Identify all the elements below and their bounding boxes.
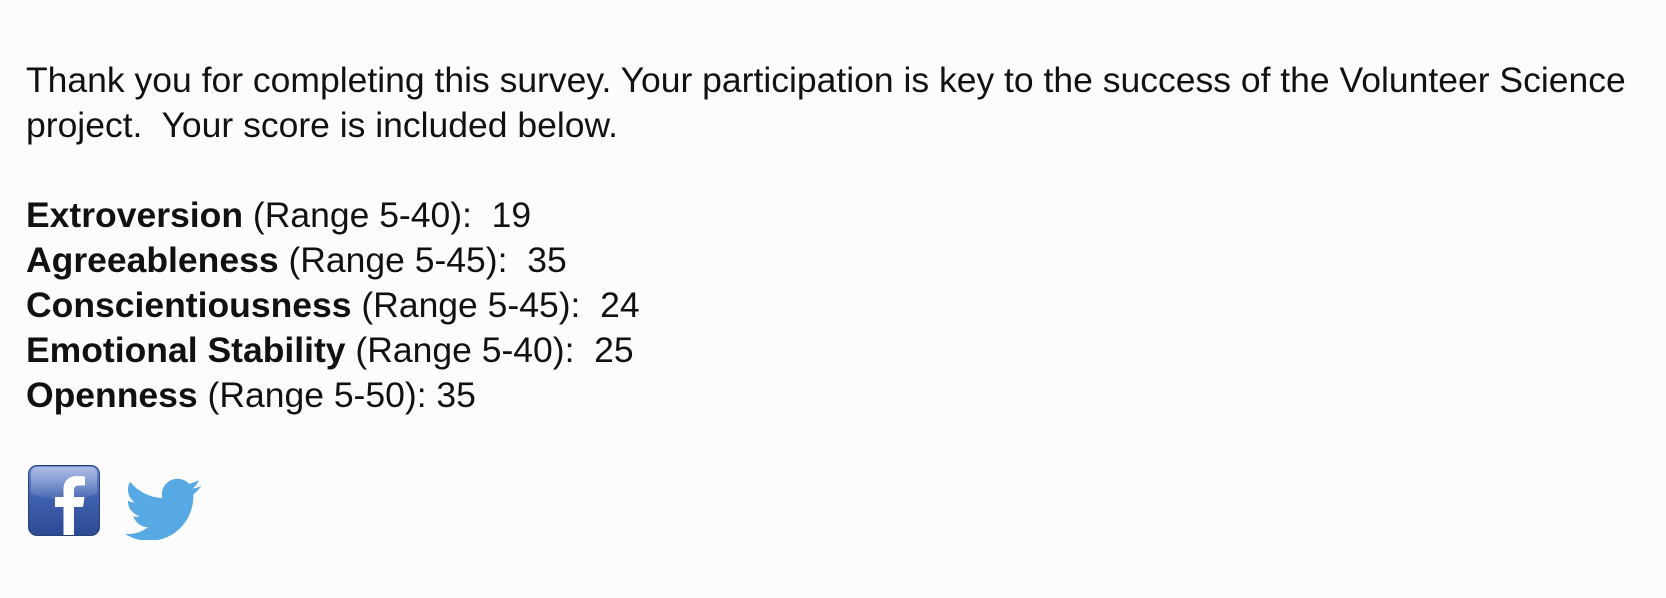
trait-name: Extroversion: [26, 195, 244, 235]
score-list: Extroversion (Range 5-40): 19 Agreeablen…: [26, 193, 1646, 418]
trait-name: Agreeableness: [26, 240, 279, 280]
trait-range: (Range 5-40):: [345, 330, 595, 370]
twitter-icon: [124, 478, 202, 541]
survey-results: Thank you for completing this survey. Yo…: [26, 58, 1646, 418]
trait-score: 35: [527, 240, 567, 280]
trait-score: 19: [491, 195, 532, 235]
trait-name: Conscientiousness: [26, 285, 352, 325]
trait-score: 24: [600, 285, 640, 325]
score-row-openness: Openness (Range 5-50): 35: [26, 373, 1646, 418]
trait-name: Openness: [26, 375, 198, 415]
trait-score: 35: [436, 375, 476, 415]
trait-range: (Range 5-45):: [278, 240, 528, 280]
trait-range: (Range 5-45):: [351, 285, 601, 325]
trait-score: 25: [594, 330, 634, 370]
score-row-conscientiousness: Conscientiousness (Range 5-45): 24: [26, 283, 1646, 328]
thank-you-message: Thank you for completing this survey. Yo…: [26, 60, 1636, 145]
score-row-agreeableness: Agreeableness (Range 5-45): 35: [26, 238, 1646, 283]
facebook-icon: [28, 465, 100, 536]
score-row-extroversion: Extroversion (Range 5-40): 19: [26, 193, 1646, 238]
twitter-share-button[interactable]: [123, 478, 227, 554]
trait-range: (Range 5-50):: [197, 375, 437, 415]
trait-range: (Range 5-40):: [243, 195, 492, 235]
trait-name: Emotional Stability: [26, 330, 346, 370]
facebook-share-button[interactable]: [27, 464, 102, 538]
score-row-emotional-stability: Emotional Stability (Range 5-40): 25: [26, 328, 1646, 373]
